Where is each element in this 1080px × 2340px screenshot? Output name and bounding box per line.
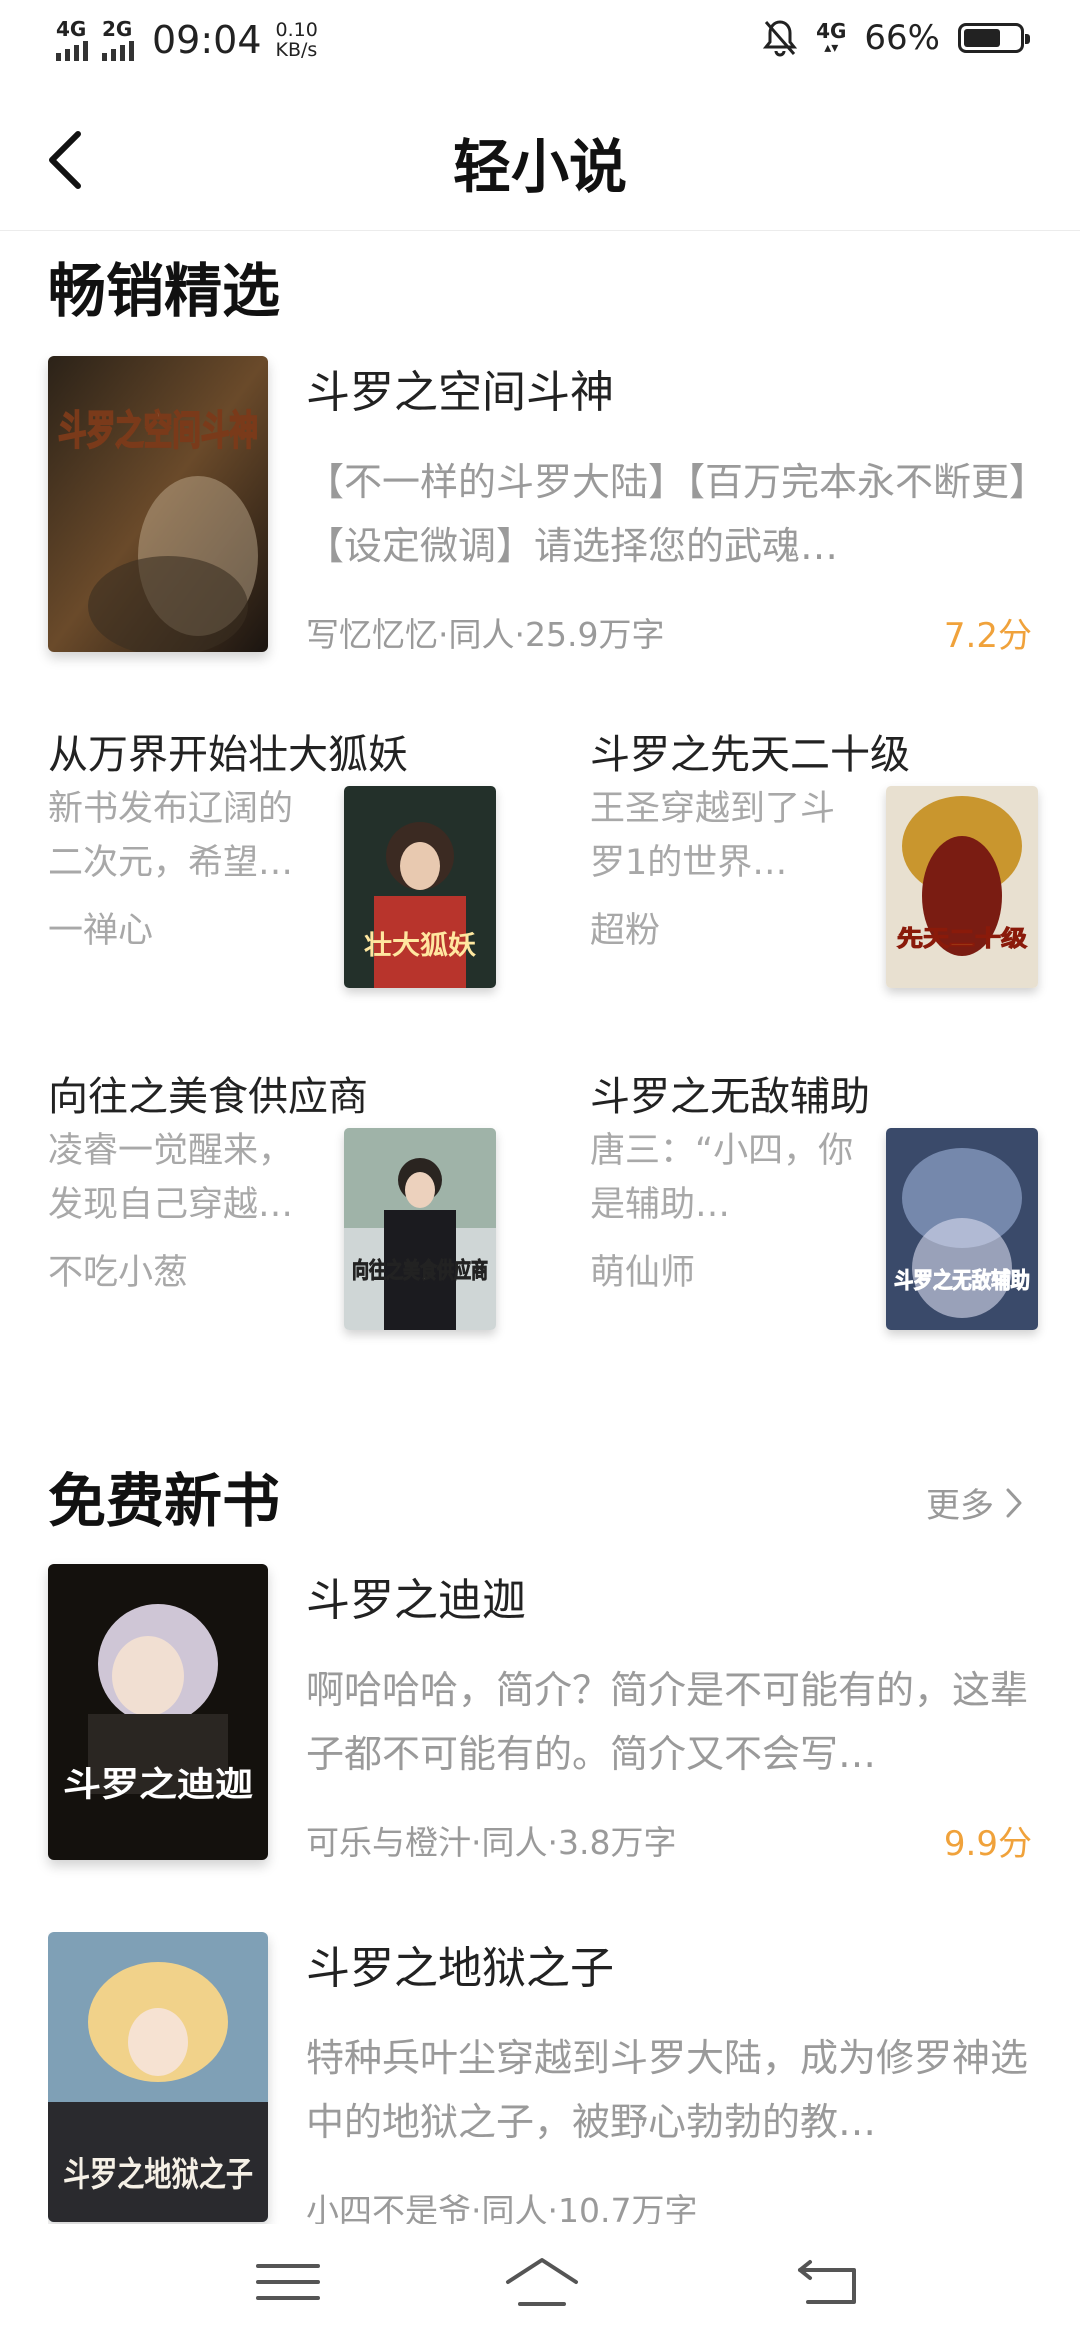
cover-title: 先天二十级 (897, 926, 1027, 952)
network-label: 4G (816, 19, 847, 43)
book-author: 一禅心 (48, 911, 154, 951)
grid-book[interactable]: 向往之美食供应商 凌睿一觉醒来，发现自己穿越… 不吃小葱 向往之美食供应商 (48, 1064, 496, 1330)
battery-fill (964, 29, 1000, 47)
more-label: 更多 (926, 1486, 994, 1526)
book-cover[interactable]: 斗罗之空间斗神 (48, 356, 268, 652)
section-title-bestsellers: 畅销精选 (48, 257, 281, 325)
book-meta: 小四不是爷·同人·10.7万字 (306, 2191, 698, 2224)
book-cover[interactable]: 斗罗之迪迦 (48, 1564, 268, 1860)
book-description: 凌睿一觉醒来，发现自己穿越… (48, 1131, 294, 1225)
cover-title: 向往之美食供应商 (352, 1258, 488, 1284)
mute-bell-icon (762, 20, 798, 57)
book-author: 不吃小葱 (48, 1253, 189, 1293)
book-score: 7.2分 (943, 616, 1032, 656)
book-title: 斗罗之地狱之子 (306, 1943, 614, 1994)
back-icon[interactable] (790, 2252, 870, 2312)
more-link[interactable]: 更多 (926, 1478, 1024, 1527)
status-right: 4G ▴▾ 66% (762, 18, 1030, 58)
system-navbar (0, 2226, 1080, 2340)
speed-unit: KB/s (275, 39, 318, 61)
book-score: 9.9分 (943, 1824, 1032, 1864)
book-description: 新书发布辽阔的二次元，希望… (48, 789, 294, 883)
menu-icon[interactable] (248, 2252, 328, 2312)
book-cover[interactable]: 斗罗之地狱之子 (48, 1932, 268, 2222)
sim2-label: 2G (102, 17, 133, 41)
book-item[interactable]: 斗罗之地狱之子 斗罗之地狱之子 特种兵叶尘穿越到斗罗大陆，成为修罗神选中的地狱之… (48, 1932, 1032, 2224)
grid-book[interactable]: 从万界开始壮大狐妖 新书发布辽阔的二次元，希望… 一禅心 壮大狐妖 (48, 722, 496, 988)
book-title: 斗罗之空间斗神 (306, 367, 614, 418)
book-title: 向往之美食供应商 (48, 1074, 368, 1120)
cover-title: 斗罗之空间斗神 (58, 407, 258, 454)
book-cover[interactable]: 向往之美食供应商 (344, 1128, 496, 1330)
app-header: 轻小说 (0, 84, 1080, 231)
sim1-label: 4G (56, 17, 87, 41)
book-author: 超粉 (590, 911, 661, 951)
cover-title: 斗罗之迪迦 (63, 1765, 253, 1805)
home-icon[interactable] (502, 2252, 582, 2312)
status-bar: 4G 2G 09:04 0.10 KB/s 4G ▴▾ 66% (0, 0, 1080, 84)
network-speed: 0.10 KB/s (276, 20, 318, 60)
page-title: 轻小说 (452, 133, 627, 201)
battery-icon (958, 23, 1030, 53)
section-title-free-new: 免费新书 (48, 1467, 281, 1535)
battery-percent: 66% (864, 18, 940, 58)
grid-book[interactable]: 斗罗之先天二十级 王圣穿越到了斗罗1的世界… 超粉 先天二十级 (590, 722, 1038, 988)
signal-icon: 4G (56, 19, 88, 61)
book-title: 斗罗之迪迦 (306, 1575, 526, 1626)
status-left: 4G 2G 09:04 0.10 KB/s (56, 18, 318, 62)
book-title: 斗罗之无敌辅助 (590, 1074, 870, 1120)
data-network-icon: 4G ▴▾ (816, 19, 847, 56)
cover-title: 壮大狐妖 (364, 931, 476, 961)
book-meta: 写忆忆忆·同人·25.9万字 (306, 615, 665, 654)
book-description: 唐三：“小四，你是辅助… (590, 1131, 854, 1225)
cover-title: 斗罗之地狱之子 (63, 2155, 253, 2195)
grid-book[interactable]: 斗罗之无敌辅助 唐三：“小四，你是辅助… 萌仙师 斗罗之无敌辅助 (590, 1064, 1038, 1330)
book-item[interactable]: 斗罗之迪迦 斗罗之迪迦 啊哈哈哈，简介？简介是不可能有的，这辈子都不可能有的。简… (48, 1564, 1032, 1864)
speed-value: 0.10 (275, 19, 318, 41)
book-author: 萌仙师 (590, 1253, 696, 1293)
chevron-right-icon (1006, 1488, 1022, 1517)
signal-icon: 2G (102, 19, 134, 61)
book-cover[interactable]: 壮大狐妖 (344, 786, 496, 988)
book-description: 王圣穿越到了斗罗1的世界… (590, 789, 836, 883)
book-description: 啊哈哈哈，简介？简介是不可能有的，这辈子都不可能有的。简介又不会写… (306, 1668, 1029, 1776)
book-description: 【不一样的斗罗大陆】【百万完本永不断更】【设定微调】请选择您的武魂… (306, 460, 1029, 568)
book-description: 特种兵叶尘穿越到斗罗大陆，成为修罗神选中的地狱之子，被野心勃勃的教… (306, 2036, 1029, 2144)
book-title: 斗罗之先天二十级 (590, 732, 910, 778)
status-time: 09:04 (152, 18, 262, 62)
cover-title: 斗罗之无敌辅助 (894, 1268, 1030, 1294)
book-meta: 可乐与橙汁·同人·3.8万字 (306, 1823, 677, 1862)
featured-book[interactable]: 斗罗之空间斗神 斗罗之空间斗神 【不一样的斗罗大陆】【百万完本永不断更】【设定微… (48, 356, 1032, 656)
book-cover[interactable]: 斗罗之无敌辅助 (886, 1128, 1038, 1330)
book-title: 从万界开始壮大狐妖 (48, 732, 408, 778)
book-cover[interactable]: 先天二十级 (886, 786, 1038, 988)
